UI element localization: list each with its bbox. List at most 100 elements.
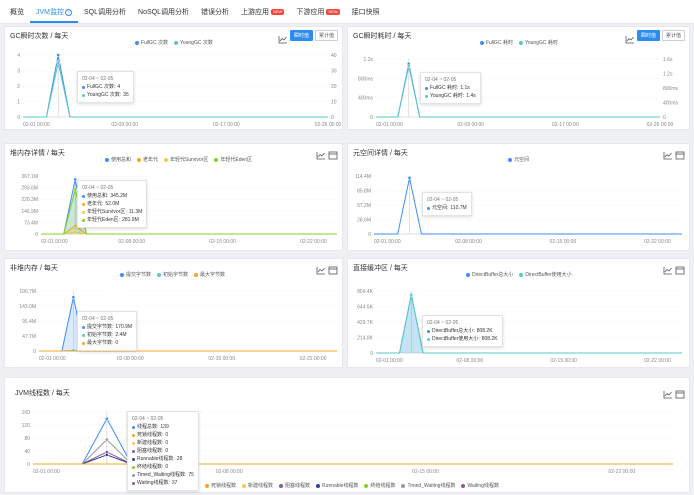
data-point[interactable]: [71, 295, 76, 300]
x-tick-label: 02-22 00:00: [608, 469, 635, 475]
series-line: [374, 177, 682, 235]
x-tick-label: 02-15 00:00: [550, 239, 577, 245]
tab-4[interactable]: 错误分析: [195, 7, 235, 23]
chart-direct: 0 214.8K 429.7K 644.5K 859.4K 02-01 00:00 02-0…: [357, 289, 682, 364]
panel-threads: JVM线程数 / 每天 0 40 80 120 160 02-01 00:00 02-08 …: [4, 377, 690, 493]
tooltip-value: 808.2K: [476, 328, 493, 334]
tab-label: 接口快照: [351, 9, 380, 16]
tooltip-row: 提交字节数: 170.9M: [82, 323, 132, 331]
data-point[interactable]: [104, 453, 109, 457]
x-tick-label: 02-01 00:00: [33, 469, 60, 475]
legend-item[interactable]: Runnable线程数: [316, 482, 358, 489]
tooltip-dot: [132, 433, 135, 437]
tooltip-row: 使用总和: 345.2M: [82, 192, 142, 200]
data-point[interactable]: [56, 53, 61, 57]
tab-3[interactable]: NoSQL调用分析: [132, 7, 195, 23]
help-icon[interactable]: ?: [65, 8, 72, 16]
legend-label: 死锁线程数: [211, 483, 237, 489]
x-tick-label: 02-22 00:00: [300, 239, 327, 245]
tab-0[interactable]: 概览: [4, 7, 30, 23]
data-point[interactable]: [104, 416, 109, 421]
tab-1[interactable]: JVM监控?: [30, 7, 78, 23]
y2-tick-label: 0: [663, 115, 666, 121]
y2-tick-label: 800ms: [663, 86, 679, 92]
tooltip-row: YoungGC 次数: 35: [82, 91, 129, 99]
tooltip-dot: [132, 481, 135, 485]
x-tick-label: 02-08 00:00: [456, 358, 483, 364]
tooltip-header: 02-04 ~ 02-05: [82, 185, 114, 191]
chart-tooltip: 02-04 ~ 02-05 使用总和: 345.2M 老年代: 52.0M 年轻代Surv…: [77, 180, 148, 228]
legend-item[interactable]: 死锁线程数: [205, 482, 236, 489]
tooltip-header: 02-04 ~ 02-05: [425, 77, 457, 83]
tab-bar: 概览 JVM监控? SQL调用分析 NoSQL调用分析 错误分析 上游应用 NEW 下游应用 N…: [0, 0, 694, 24]
tooltip-value: 0: [165, 440, 169, 446]
y2-tick-label: 20: [331, 84, 337, 90]
legend-item[interactable]: 终结线程数: [364, 482, 395, 489]
panel-nonheap: 非堆内存 / 每天 提交字节数 初始字节数 最大字节数 0 47.7M 95.4M 143…: [4, 258, 343, 368]
x-tick-label: 02-15 00:00: [209, 239, 236, 245]
legend-item[interactable]: 新建线程数: [242, 482, 273, 489]
data-point[interactable]: [407, 176, 412, 180]
y2-tick-label: 0: [331, 115, 334, 121]
panel-direct: 直接缓冲区 / 每天 DirectBuffer总大小 DirectBuffer使用…: [347, 258, 690, 368]
tooltip-value: 0: [165, 448, 169, 454]
tab-2[interactable]: SQL调用分析: [78, 7, 132, 23]
tooltip-label: FullGC 耗时:: [430, 85, 459, 91]
tooltip-dot: [427, 329, 430, 333]
panel-heap: 堆内存详情 / 每天 使用总和 老年代 年轻代Survivor区 年轻代Eden区 0…: [4, 143, 343, 251]
tooltip-value: 808.2K: [481, 336, 498, 342]
series-line: [376, 63, 660, 118]
tooltip-row: 终结线程数: 0: [132, 463, 194, 471]
tooltip-value: 0: [165, 432, 169, 438]
y-tick-label: 1.2s: [364, 57, 374, 63]
tooltip-value: 1.1s: [460, 85, 470, 91]
tooltip-label: 阻塞线程数:: [137, 448, 164, 454]
y-tick-label: 57.2M: [357, 203, 371, 209]
tooltip-label: 死锁线程数:: [137, 432, 164, 438]
tooltip-row: DirectBuffer使用大小: 808.2K: [427, 335, 498, 343]
tab-7[interactable]: 接口快照: [346, 7, 386, 23]
y-tick-label: 4: [17, 53, 20, 59]
x-tick-label: 02-01 00:00: [23, 122, 50, 128]
tab-label: 上游应用: [240, 9, 269, 16]
legend-dot: [205, 483, 209, 488]
y-tick-label: 1: [17, 100, 20, 106]
y-tick-label: 220.3M: [21, 197, 38, 203]
tooltip-label: Timed_Waiting线程数:: [137, 472, 187, 478]
tooltip-dot: [132, 473, 135, 477]
tooltip-dot: [132, 441, 135, 445]
chart-gc-count: 0123401020304002-01 00:00 02-09 00:00 02-1…: [17, 53, 341, 128]
tooltip-value: 110.7M: [450, 205, 467, 211]
data-point[interactable]: [56, 60, 61, 65]
x-tick-label: 02-15 00:00: [412, 469, 439, 475]
y-tick-label: 2: [17, 84, 20, 90]
y-tick-label: 0: [368, 232, 371, 238]
data-point[interactable]: [409, 292, 414, 297]
tooltip-label: YoungGC 耗时:: [430, 93, 465, 99]
tab-6[interactable]: 下游应用 NEW: [290, 7, 345, 23]
y2-tick-label: 40: [331, 53, 337, 59]
legend-item[interactable]: 阻塞线程数: [279, 482, 310, 489]
y-tick-label: 40: [24, 449, 30, 455]
legend-item[interactable]: Timed_Waiting线程数: [401, 482, 455, 489]
legend-dot: [242, 483, 247, 488]
y2-tick-label: 30: [331, 69, 337, 75]
tooltip-label: Waiting线程数:: [137, 480, 170, 486]
tooltip-dot: [82, 85, 85, 89]
tooltip-row: 老年代: 52.0M: [82, 200, 142, 208]
legend-label: 新建线程数: [248, 483, 274, 489]
x-tick-label: 02-01 00:00: [376, 358, 403, 364]
legend-item[interactable]: Waiting线程数: [461, 482, 499, 489]
data-point[interactable]: [406, 64, 411, 69]
y2-tick-label: 1.2s: [663, 72, 673, 78]
y-tick-label: 214.8K: [357, 336, 374, 342]
y-tick-label: 143.0M: [19, 304, 36, 310]
tooltip-value: 170.9M: [115, 324, 133, 330]
legend-dot: [279, 483, 284, 488]
tooltip-header: 02-04 ~ 02-05: [427, 320, 459, 326]
tooltip-dot: [425, 86, 428, 90]
y-tick-label: 0: [17, 115, 20, 121]
tab-5[interactable]: 上游应用 NEW: [235, 7, 290, 23]
data-point[interactable]: [104, 437, 109, 442]
chart-gc-time: 0 400ms 800ms 1.2s 0 400ms 800ms 1.2s 1.6s 02-01 …: [358, 57, 679, 128]
